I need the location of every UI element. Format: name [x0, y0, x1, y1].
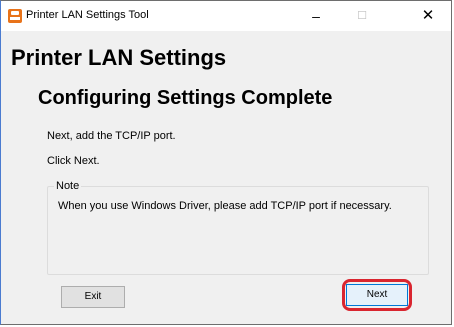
close-button[interactable]: ✕: [405, 1, 451, 31]
minimize-button[interactable]: –: [293, 1, 339, 31]
app-window: Printer LAN Settings Tool – ☐ ✕ Printer …: [0, 0, 452, 325]
instruction-text: Next, add the TCP/IP port.: [47, 130, 176, 142]
exit-button[interactable]: Exit: [61, 286, 125, 308]
note-title: Note: [54, 180, 82, 192]
title-bar[interactable]: Printer LAN Settings Tool – ☐ ✕: [1, 1, 451, 31]
next-button[interactable]: Next: [346, 284, 408, 306]
note-groupbox: Note When you use Windows Driver, please…: [47, 180, 429, 275]
maximize-button[interactable]: ☐: [339, 1, 385, 31]
window-title: Printer LAN Settings Tool: [26, 9, 149, 21]
click-next-text: Click Next.: [47, 155, 100, 167]
page-title: Printer LAN Settings: [11, 45, 227, 70]
wizard-content: Printer LAN Settings Configuring Setting…: [1, 31, 451, 324]
note-body: When you use Windows Driver, please add …: [58, 200, 392, 212]
step-title: Configuring Settings Complete: [38, 87, 333, 109]
printer-app-icon: [8, 9, 22, 23]
